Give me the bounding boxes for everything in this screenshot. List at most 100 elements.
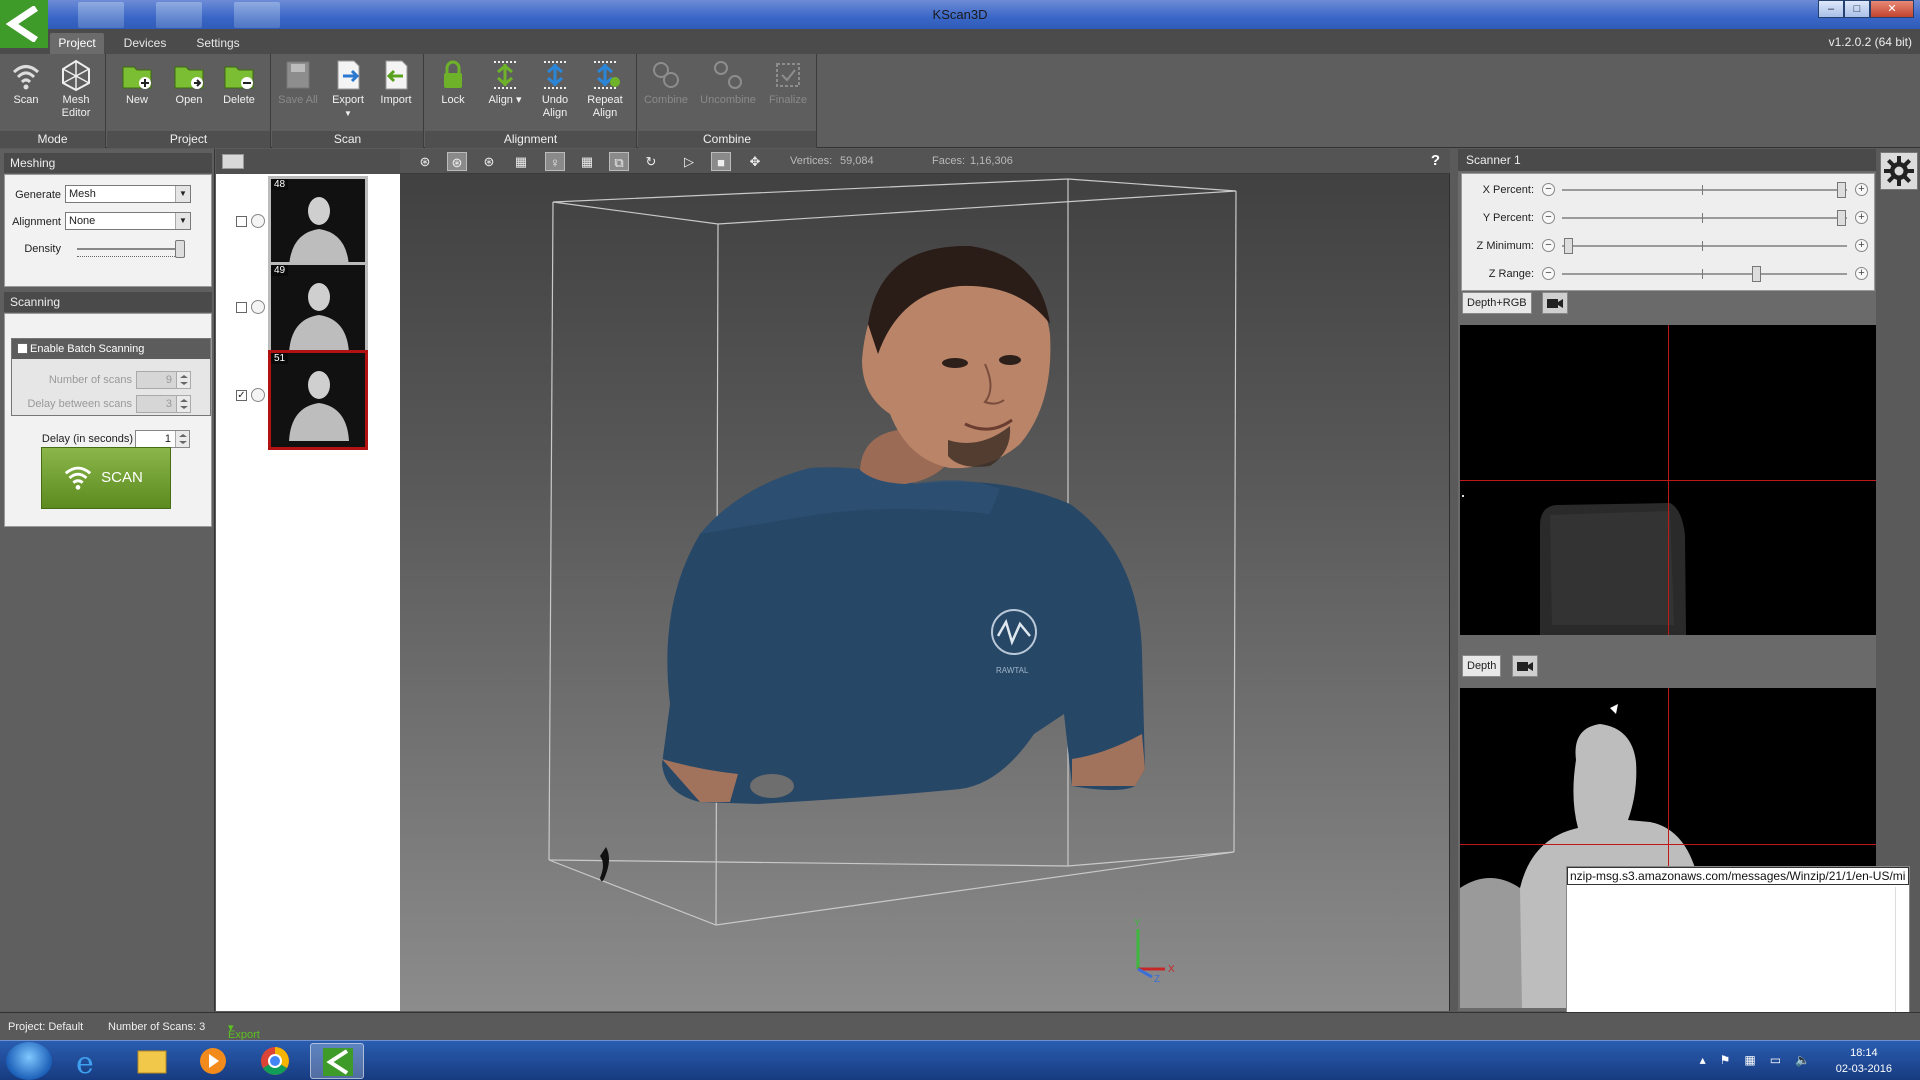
scan-button[interactable]: SCAN — [41, 447, 171, 509]
system-tray: ▴ ⚑ ▦ ▭ 🔈 — [1700, 1053, 1810, 1067]
scanner-slider-thumb[interactable] — [1837, 210, 1847, 226]
rotate-icon[interactable]: ↻ — [641, 152, 661, 171]
export-button[interactable]: Export ▼ — [324, 56, 372, 130]
view-toggle-button[interactable] — [222, 154, 244, 169]
spinner-arrows-icon[interactable] — [175, 431, 189, 447]
depth-rgb-view[interactable] — [1460, 325, 1876, 635]
generate-dropdown[interactable]: Mesh ▼ — [65, 185, 191, 203]
start-button[interactable] — [6, 1042, 52, 1080]
scanner-slider-thumb[interactable] — [1837, 182, 1847, 198]
scan-thumbnail[interactable]: 48 — [268, 176, 368, 276]
scan-visibility-checkbox[interactable]: ✓ — [236, 390, 247, 401]
combine-button[interactable]: Combine — [642, 56, 690, 130]
tray-arrow-icon[interactable]: ▴ — [1700, 1053, 1706, 1067]
alignment-value: None — [69, 215, 96, 227]
move-icon[interactable]: ✥ — [745, 152, 765, 171]
windows-icon[interactable]: ▦ — [1744, 1053, 1755, 1067]
clock[interactable]: 18:14 02-03-2016 — [1836, 1045, 1892, 1077]
help-button[interactable]: ? — [1431, 152, 1440, 169]
scanner-slider-track[interactable] — [1562, 273, 1847, 275]
plus-icon[interactable]: + — [1855, 211, 1868, 224]
maximize-button[interactable]: □ — [1844, 0, 1870, 18]
browser-popup[interactable]: nzip-msg.s3.amazonaws.com/messages/Winzi… — [1566, 866, 1910, 1036]
stop-icon[interactable]: ■ — [711, 152, 731, 171]
scan-mesh-icon[interactable] — [251, 214, 265, 228]
color-grid-icon[interactable]: ▦ — [577, 152, 597, 171]
volume-icon[interactable]: 🔈 — [1795, 1053, 1810, 1067]
scan-mesh-icon[interactable] — [251, 388, 265, 402]
density-slider-thumb[interactable] — [174, 240, 185, 258]
align-button[interactable]: Align ▾ — [481, 56, 529, 130]
3d-viewport[interactable]: ⊛ ⊛ ⊛ ▦ ♀ ▦ ⧉ ↻ ▷ ■ ✥ Vertices: 59,084 F… — [400, 149, 1450, 1011]
import-button[interactable]: Import — [372, 56, 420, 130]
camera-icon[interactable] — [1542, 292, 1568, 314]
viewport-toolbar: ⊛ ⊛ ⊛ ▦ ♀ ▦ ⧉ ↻ ▷ ■ ✥ Vertices: 59,084 F… — [400, 149, 1450, 174]
plus-icon[interactable]: + — [1855, 183, 1868, 196]
scan-visibility-checkbox[interactable] — [236, 302, 247, 313]
scan-thumbnail[interactable]: 49 — [268, 262, 368, 362]
finalize-button[interactable]: Finalize — [764, 56, 812, 130]
save-all-button[interactable]: Save All — [274, 56, 322, 130]
minus-icon[interactable]: − — [1542, 183, 1555, 196]
wireframe-view-icon[interactable]: ⊛ — [479, 152, 499, 171]
mesh-editor-button[interactable]: Mesh Editor — [52, 56, 100, 130]
minus-icon[interactable]: − — [1542, 267, 1555, 280]
play-icon[interactable]: ▷ — [679, 152, 699, 171]
file-explorer-icon[interactable] — [124, 1043, 178, 1079]
app-menu-logo[interactable] — [0, 0, 48, 48]
internet-explorer-icon[interactable]: e — [62, 1043, 116, 1080]
delay-seconds-spinner[interactable]: 1 — [135, 430, 190, 448]
enable-batch-row[interactable]: Enable Batch Scanning — [12, 339, 210, 359]
repeat-align-button[interactable]: Repeat Align — [581, 56, 629, 130]
bounding-box-icon[interactable]: ⧉ — [609, 152, 629, 171]
scanner-slider-track[interactable] — [1562, 189, 1847, 191]
new-button[interactable]: New — [113, 56, 161, 130]
textured-view-icon[interactable]: ⊛ — [447, 152, 467, 171]
scan-mesh-icon[interactable] — [251, 300, 265, 314]
mesh-editor-label-1: Mesh — [62, 94, 90, 106]
scan-mode-button[interactable]: Scan — [2, 56, 50, 130]
scanner-slider-track[interactable] — [1562, 217, 1847, 219]
density-slider-track[interactable] — [77, 248, 185, 250]
tab-devices[interactable]: Devices — [116, 33, 174, 54]
tab-settings[interactable]: Settings — [186, 33, 250, 54]
status-export[interactable]: Export succeeded. ▾ — [228, 1021, 284, 1053]
depth-rgb-tab[interactable]: Depth+RGB — [1462, 292, 1532, 314]
scanner-slider-track[interactable] — [1562, 245, 1847, 247]
minus-icon[interactable]: − — [1542, 211, 1555, 224]
scan-thumbnail[interactable]: 51 — [268, 350, 368, 450]
minimize-button[interactable]: – — [1818, 0, 1844, 18]
spinner-arrows-icon[interactable] — [176, 372, 190, 388]
scan-list: 48 49 ✓ 51 — [216, 149, 400, 1011]
spinner-arrows-icon[interactable] — [176, 396, 190, 412]
shaded-view-icon[interactable]: ⊛ — [415, 152, 435, 171]
plus-icon[interactable]: + — [1855, 267, 1868, 280]
open-button[interactable]: Open — [165, 56, 213, 130]
minus-icon[interactable]: − — [1542, 239, 1555, 252]
media-player-icon[interactable] — [186, 1043, 240, 1079]
delete-button[interactable]: Delete — [215, 56, 263, 130]
alignment-dropdown[interactable]: None ▼ — [65, 212, 191, 230]
plus-icon[interactable]: + — [1855, 239, 1868, 252]
scanner-slider-thumb[interactable] — [1751, 266, 1761, 282]
points-view-icon[interactable]: ▦ — [511, 152, 531, 171]
network-icon[interactable]: ▭ — [1770, 1053, 1781, 1067]
uncombine-button[interactable]: Uncombine — [698, 56, 758, 130]
camera-icon[interactable] — [1512, 655, 1538, 677]
light-icon[interactable]: ♀ — [545, 152, 565, 171]
depth-tab[interactable]: Depth — [1462, 655, 1502, 677]
enable-batch-checkbox[interactable] — [17, 343, 28, 354]
number-of-scans-spinner[interactable]: 9 — [136, 371, 191, 389]
popup-url[interactable]: nzip-msg.s3.amazonaws.com/messages/Winzi… — [1567, 867, 1909, 885]
tab-project[interactable]: Project — [50, 33, 104, 54]
scan-visibility-checkbox[interactable] — [236, 216, 247, 227]
flag-icon[interactable]: ⚑ — [1720, 1053, 1731, 1067]
lock-button[interactable]: Lock — [429, 56, 477, 130]
chrome-icon[interactable] — [248, 1043, 302, 1079]
kscan3d-taskbar-icon[interactable] — [310, 1043, 364, 1079]
close-button[interactable]: ✕ — [1870, 0, 1914, 18]
undo-align-button[interactable]: Undo Align — [531, 56, 579, 130]
scanner-slider-thumb[interactable] — [1563, 238, 1573, 254]
delay-between-scans-spinner[interactable]: 3 — [136, 395, 191, 413]
settings-gear-button[interactable] — [1880, 152, 1918, 190]
